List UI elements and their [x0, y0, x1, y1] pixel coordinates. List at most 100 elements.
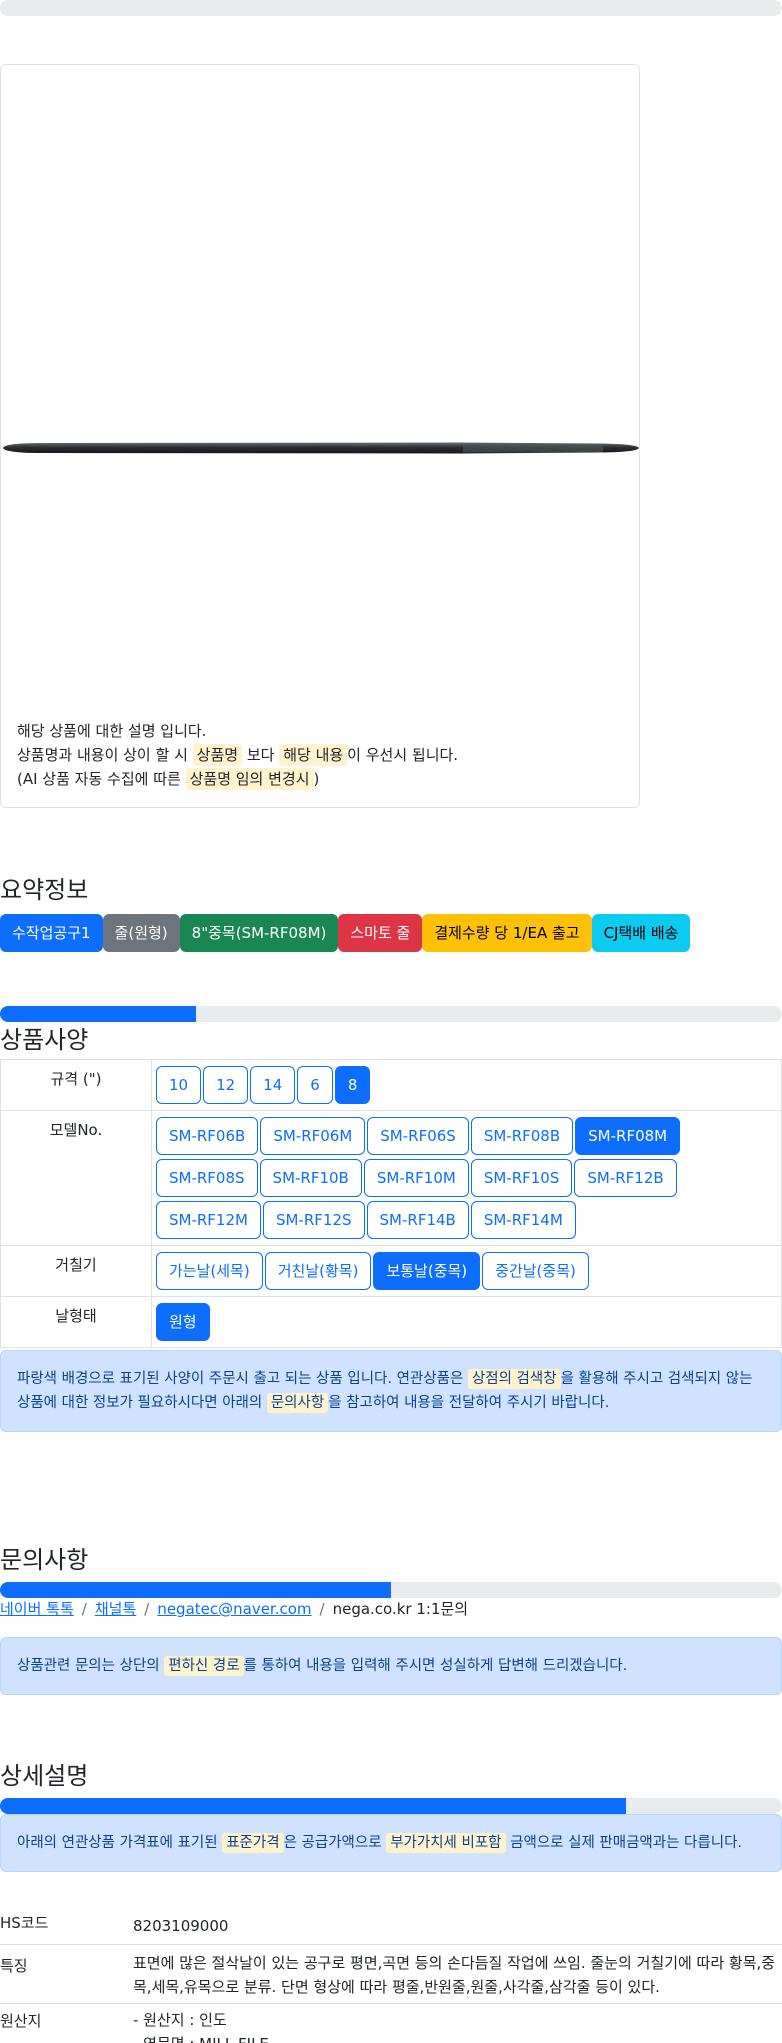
- spec-option-button[interactable]: 보통날(중목): [373, 1252, 481, 1290]
- badge-shipping: CJ택배 배송: [591, 914, 691, 952]
- spec-option-button[interactable]: SM-RF12B: [574, 1159, 677, 1197]
- spec-option-button[interactable]: 거친날(황목): [264, 1252, 372, 1290]
- spec-option-button[interactable]: 10: [156, 1066, 202, 1104]
- spec-row-options: SM-RF06B SM-RF06M SM-RF06S SM-RF08B SM-RF08M…: [151, 1110, 782, 1246]
- spec-row-options: 원형: [151, 1296, 782, 1348]
- highlight-name-change: 상품명 임의 변경시: [185, 768, 314, 790]
- spec-option-button[interactable]: SM-RF06M: [260, 1117, 366, 1155]
- spec-row-label: 거칠기: [0, 1245, 152, 1297]
- highlight-content: 해당 내용: [279, 744, 348, 766]
- link-separator: /: [319, 1600, 325, 1618]
- badge-category: 수작업공구1: [0, 914, 103, 952]
- spec-option-button[interactable]: 6: [297, 1066, 333, 1104]
- highlight-inquiry: 문의사항: [266, 1393, 329, 1413]
- badge-quantity: 결제수량 당 1/EA 출고: [422, 914, 592, 952]
- spec-option-button[interactable]: 8: [334, 1066, 371, 1104]
- email-link[interactable]: negatec@naver.com: [157, 1600, 311, 1618]
- website-inquiry-text: nega.co.kr 1:1문의: [332, 1600, 469, 1618]
- spec-option-button[interactable]: 중간날(중목): [482, 1252, 589, 1290]
- spec-option-button[interactable]: SM-RF06S: [367, 1117, 469, 1155]
- spec-option-button[interactable]: SM-RF08M: [575, 1117, 681, 1155]
- spec-title: 상품사양: [0, 1026, 89, 1054]
- info-row-feature: 특징 표면에 많은 절삭날이 있는 공구로 평면,곡면 등의 손다듬질 작업에 …: [0, 1944, 782, 2004]
- alert-text: 상품관련 문의는 상단의: [17, 1658, 165, 1674]
- spec-option-button[interactable]: SM-RF08S: [156, 1159, 258, 1197]
- spec-option-button[interactable]: SM-RF14B: [366, 1201, 469, 1239]
- badge-type: 줄(원형): [102, 914, 180, 952]
- product-description-notes: 해당 상품에 대한 설명 입니다. 상품명과 내용이 상이 할 시 상품명 보다…: [17, 719, 458, 791]
- highlight-standard-price: 표준가격: [222, 1833, 284, 1853]
- summary-title: 요약정보: [0, 876, 89, 904]
- origin-label: 원산지: [0, 2011, 42, 2030]
- info-row-origin: 원산지 - 원산지 : 인도 - 영문명 : MILL FILE: [0, 2003, 782, 2043]
- hs-code-label: HS코드: [0, 1910, 133, 1945]
- badge-brand: 스마토 줄: [338, 914, 423, 952]
- detail-info-alert: 아래의 연관상품 가격표에 표기된 표준가격 은 공급가액으로 부가가치세 비포함…: [0, 1814, 782, 1872]
- origin-english-name: - 영문명 : MILL FILE: [133, 2032, 782, 2043]
- note-text: ): [313, 770, 320, 788]
- link-separator: /: [81, 1600, 87, 1618]
- detail-progress: [0, 1798, 782, 1814]
- note-text: 상품명과 내용이 상이 할 시: [17, 746, 193, 764]
- spec-option-button[interactable]: SM-RF12S: [262, 1201, 365, 1239]
- spec-option-button[interactable]: SM-RF08B: [470, 1117, 574, 1155]
- note-line-1: 해당 상품에 대한 설명 입니다.: [17, 722, 207, 740]
- top-progress-bar: [0, 0, 782, 16]
- option-group: SM-RF06B SM-RF06M SM-RF06S SM-RF08B SM-RF08M…: [155, 1115, 781, 1241]
- spec-option-button[interactable]: 원형: [156, 1303, 210, 1341]
- feature-label: 특징: [0, 1944, 133, 2004]
- detail-progress-fill: [0, 1798, 626, 1814]
- spec-option-button[interactable]: SM-RF14M: [470, 1201, 576, 1239]
- spec-table: 규격 (") 10 12 14 6 8 모델No. SM-RF06B SM-RF06M SM-RF…: [0, 1059, 782, 1348]
- highlight-route: 편하신 경로: [164, 1656, 244, 1676]
- spec-option-button[interactable]: SM-RF10S: [470, 1159, 573, 1197]
- spec-row: 규격 (") 10 12 14 6 8: [0, 1059, 782, 1111]
- option-group: 원형: [155, 1301, 781, 1343]
- naver-talk-link[interactable]: 네이버 톡톡: [0, 1600, 74, 1618]
- inquiry-progress-fill: [0, 1582, 391, 1598]
- spec-row: 날형태 원형: [0, 1296, 782, 1348]
- contact-links: 네이버 톡톡 / 채널톡 / negatec@naver.com / nega.co.kr …: [0, 1598, 468, 1619]
- spec-option-button[interactable]: 14: [250, 1066, 296, 1104]
- alert-text: 은 공급가액으로: [283, 1835, 387, 1851]
- inquiry-title: 문의사항: [0, 1546, 89, 1574]
- alert-text: 파랑색 배경으로 표기된 사양이 주문시 출고 되는 상품 입니다. 연관상품은: [17, 1371, 468, 1387]
- inquiry-info-alert: 상품관련 문의는 상단의 편하신 경로 를 통하여 내용을 입력해 주시면 성실하…: [0, 1637, 782, 1695]
- spec-option-button[interactable]: 가는날(세목): [156, 1252, 263, 1290]
- product-info-table: HS코드 8203109000 특징 표면에 많은 절삭날이 있는 공구로 평면…: [0, 1910, 782, 2043]
- spec-option-button[interactable]: SM-RF10B: [259, 1159, 362, 1197]
- note-text: 보다: [242, 746, 280, 764]
- link-separator: /: [144, 1600, 150, 1618]
- badge-model: 8"중목(SM-RF08M): [179, 914, 339, 952]
- note-text: 이 우선시 됩니다.: [347, 746, 459, 764]
- option-group: 가는날(세목) 거친날(황목) 보통날(중목) 중간날(중목): [155, 1250, 781, 1292]
- spec-row-label: 날형태: [0, 1296, 152, 1348]
- spec-info-alert: 파랑색 배경으로 표기된 사양이 주문시 출고 되는 상품 입니다. 연관상품은…: [0, 1350, 782, 1432]
- round-file-image: [3, 442, 639, 454]
- origin-values: - 원산지 : 인도 - 영문명 : MILL FILE: [133, 2003, 782, 2043]
- product-image-card: 해당 상품에 대한 설명 입니다. 상품명과 내용이 상이 할 시 상품명 보다…: [0, 64, 640, 808]
- option-group: 10 12 14 6 8: [155, 1064, 781, 1106]
- spec-row-options: 가는날(세목) 거친날(황목) 보통날(중목) 중간날(중목): [151, 1245, 782, 1297]
- spec-row-options: 10 12 14 6 8: [151, 1059, 782, 1111]
- spec-row-label: 모델No.: [0, 1110, 152, 1246]
- highlight-product-name: 상품명: [192, 744, 243, 766]
- channel-talk-link[interactable]: 채널톡: [95, 1600, 136, 1618]
- note-line-2: 상품명과 내용이 상이 할 시 상품명 보다 해당 내용 이 우선시 됩니다.: [17, 743, 458, 767]
- spec-option-button[interactable]: SM-RF12M: [156, 1201, 261, 1239]
- spec-progress: [0, 1006, 782, 1022]
- feature-value: 표면에 많은 절삭날이 있는 공구로 평면,곡면 등의 손다듬질 작업에 쓰임.…: [133, 1944, 782, 2004]
- spec-row-label: 규격 ("): [0, 1059, 152, 1111]
- alert-text: 를 통하여 내용을 입력해 주시면 성실하게 답변해 드리겠습니다.: [243, 1658, 628, 1674]
- note-text: (AI 상품 자동 수집에 따른: [17, 770, 186, 788]
- spec-option-button[interactable]: SM-RF10M: [363, 1159, 469, 1197]
- note-line-3: (AI 상품 자동 수집에 따른 상품명 임의 변경시): [17, 767, 458, 791]
- spec-option-button[interactable]: 12: [203, 1066, 249, 1104]
- inquiry-progress: [0, 1582, 782, 1598]
- highlight-search: 상점의 검색창: [467, 1369, 561, 1389]
- spec-row: 모델No. SM-RF06B SM-RF06M SM-RF06S SM-RF08B SM-…: [0, 1110, 782, 1246]
- spec-option-button[interactable]: SM-RF06B: [156, 1117, 259, 1155]
- alert-text: 아래의 연관상품 가격표에 표기된: [17, 1835, 223, 1851]
- info-row-hs: HS코드 8203109000: [0, 1910, 782, 1945]
- alert-text: 금액으로 실제 판매금액과는 다릅니다.: [505, 1835, 743, 1851]
